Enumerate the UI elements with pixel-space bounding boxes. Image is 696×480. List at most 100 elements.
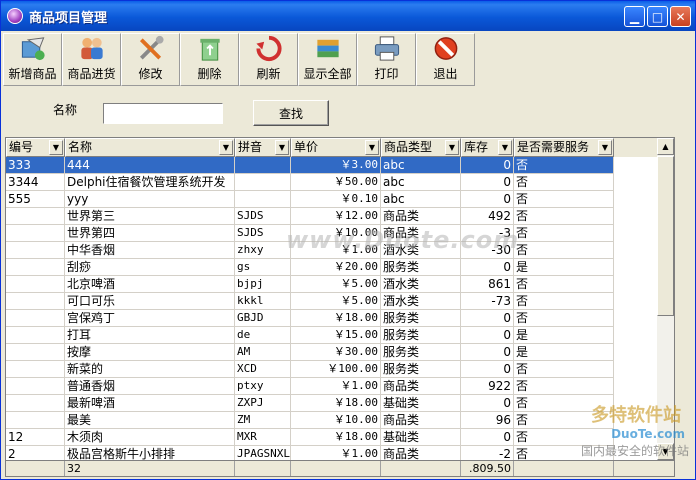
table-row[interactable]: 宫保鸡丁 GBJD ￥18.00 服务类 0 否	[6, 310, 658, 327]
table-cell: abc	[381, 191, 461, 208]
table-cell: 酒水类	[381, 242, 461, 259]
table-cell: ￥5.00	[291, 293, 381, 310]
table-cell: 服务类	[381, 327, 461, 344]
table-cell: 0	[461, 191, 514, 208]
scroll-thumb[interactable]	[657, 156, 674, 316]
show-all-label: 显示全部	[303, 67, 352, 81]
search-button[interactable]: 查找	[253, 100, 329, 126]
table-cell	[6, 327, 65, 344]
dropdown-arrow-icon[interactable]: ▼	[49, 140, 63, 155]
table-cell: ￥18.00	[291, 429, 381, 446]
table-row[interactable]: 3344 Delphi住宿餐饮管理系统开发 ￥50.00 abc 0 否	[6, 174, 658, 191]
scroll-down-button[interactable]: ▼	[657, 443, 674, 460]
table-cell: 酒水类	[381, 293, 461, 310]
app-icon	[7, 8, 23, 24]
close-icon: ✕	[675, 9, 686, 24]
table-cell: 444	[65, 157, 235, 174]
add-product-button[interactable]: 新增商品	[3, 33, 62, 86]
table-cell: 否	[514, 429, 614, 446]
table-row[interactable]: 世界第三 SJDS ￥12.00 商品类 492 否	[6, 208, 658, 225]
table-cell: 北京啤酒	[65, 276, 235, 293]
table-cell: ￥50.00	[291, 174, 381, 191]
table-cell: 555	[6, 191, 65, 208]
table-cell: -73	[461, 293, 514, 310]
scroll-up-button[interactable]: ▲	[657, 138, 674, 155]
grid-footer: 32 .809.50	[6, 460, 674, 476]
table-cell: ￥20.00	[291, 259, 381, 276]
column-header[interactable]: 名称 ▼	[65, 138, 235, 157]
dropdown-arrow-icon[interactable]: ▼	[498, 140, 512, 155]
table-row[interactable]: 12 木须肉 MXR ￥18.00 基础类 0 否	[6, 429, 658, 446]
table-cell: 否	[514, 310, 614, 327]
table-cell: bjpj	[235, 276, 291, 293]
column-header[interactable]: 库存 ▼	[461, 138, 514, 157]
table-cell	[6, 412, 65, 429]
table-cell: -3	[461, 225, 514, 242]
table-cell: XCD	[235, 361, 291, 378]
table-row[interactable]: 新菜的 XCD ￥100.00 服务类 0 否	[6, 361, 658, 378]
product-grid[interactable]: 编号 ▼ 名称 ▼ 拼音 ▼ 单价 ▼ 商品类型 ▼ 库存 ▼ 是否需要服务 ▼ 333 444 ￥3.00 a…	[5, 137, 675, 477]
dropdown-arrow-icon[interactable]: ▼	[275, 140, 289, 155]
footer-cell: .809.50	[461, 461, 514, 476]
title-bar[interactable]: 商品项目管理 ▁ □ ✕	[1, 1, 695, 31]
table-cell: 否	[514, 395, 614, 412]
table-row[interactable]: 按摩 AM ￥30.00 服务类 0 是	[6, 344, 658, 361]
maximize-button[interactable]: □	[647, 6, 668, 27]
show-all-button[interactable]: 显示全部	[298, 33, 357, 86]
column-header[interactable]: 编号 ▼	[6, 138, 65, 157]
table-cell	[6, 276, 65, 293]
table-cell: ￥0.10	[291, 191, 381, 208]
dropdown-arrow-icon[interactable]: ▼	[365, 140, 379, 155]
table-row[interactable]: 打耳 de ￥15.00 服务类 0 是	[6, 327, 658, 344]
table-cell: 基础类	[381, 429, 461, 446]
table-cell: 0	[461, 344, 514, 361]
books-icon	[316, 39, 339, 58]
minimize-button[interactable]: ▁	[624, 6, 645, 27]
exit-label: 退出	[433, 67, 458, 81]
table-cell	[235, 157, 291, 174]
exit-button[interactable]: 退出	[416, 33, 475, 86]
table-row[interactable]: 中华香烟 zhxy ￥1.00 酒水类 -30 否	[6, 242, 658, 259]
grid-body: 333 444 ￥3.00 abc 0 否 3344 Delphi住宿餐饮管理系统开发 ￥50.…	[6, 157, 658, 463]
table-row[interactable]: 最新啤酒 ZXPJ ￥18.00 基础类 0 否	[6, 395, 658, 412]
table-row[interactable]: 世界第四 SJDS ￥10.00 商品类 -3 否	[6, 225, 658, 242]
print-label: 打印	[374, 67, 399, 81]
table-cell: 否	[514, 157, 614, 174]
table-cell: 服务类	[381, 310, 461, 327]
table-row[interactable]: 333 444 ￥3.00 abc 0 否	[6, 157, 658, 174]
minimize-icon: ▁	[629, 9, 640, 24]
table-cell: gs	[235, 259, 291, 276]
column-header[interactable]: 是否需要服务 ▼	[514, 138, 614, 157]
table-row[interactable]: 可口可乐 kkkl ￥5.00 酒水类 -73 否	[6, 293, 658, 310]
table-cell: 333	[6, 157, 65, 174]
table-cell: yyy	[65, 191, 235, 208]
table-cell: 是	[514, 327, 614, 344]
vertical-scrollbar[interactable]: ▲ ▼	[657, 138, 674, 460]
table-cell: 否	[514, 276, 614, 293]
edit-button[interactable]: 修改	[121, 33, 180, 86]
table-cell: 否	[514, 191, 614, 208]
dropdown-arrow-icon[interactable]: ▼	[445, 140, 459, 155]
close-button[interactable]: ✕	[670, 6, 691, 27]
table-cell: 0	[461, 327, 514, 344]
table-row[interactable]: 刮痧 gs ￥20.00 服务类 0 是	[6, 259, 658, 276]
delete-button[interactable]: 删除	[180, 33, 239, 86]
table-cell	[6, 242, 65, 259]
refresh-button[interactable]: 刷新	[239, 33, 298, 86]
table-row[interactable]: 普通香烟 ptxy ￥1.00 商品类 922 否	[6, 378, 658, 395]
table-row[interactable]: 北京啤酒 bjpj ￥5.00 酒水类 861 否	[6, 276, 658, 293]
dropdown-arrow-icon[interactable]: ▼	[598, 140, 612, 155]
table-cell: 否	[514, 378, 614, 395]
column-header[interactable]: 拼音 ▼	[235, 138, 291, 157]
stock-in-button[interactable]: 商品进货	[62, 33, 121, 86]
column-header[interactable]: 单价 ▼	[291, 138, 381, 157]
column-header[interactable]: 商品类型 ▼	[381, 138, 461, 157]
print-button[interactable]: 打印	[357, 33, 416, 86]
table-cell: 新菜的	[65, 361, 235, 378]
table-cell	[6, 361, 65, 378]
table-cell: 商品类	[381, 412, 461, 429]
table-row[interactable]: 最美 ZM ￥10.00 商品类 96 否	[6, 412, 658, 429]
table-row[interactable]: 555 yyy ￥0.10 abc 0 否	[6, 191, 658, 208]
search-input[interactable]	[103, 103, 223, 124]
dropdown-arrow-icon[interactable]: ▼	[219, 140, 233, 155]
